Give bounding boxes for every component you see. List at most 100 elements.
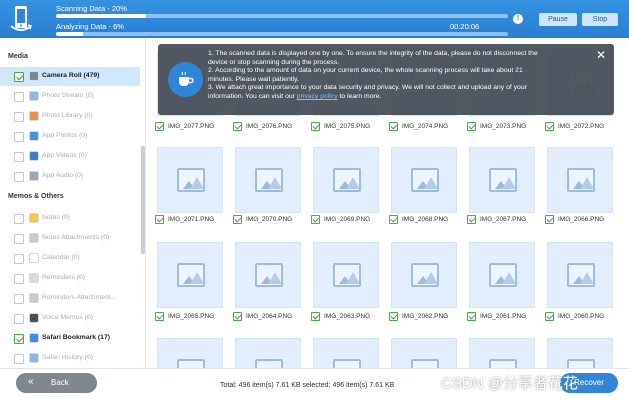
photo-thumbnail[interactable] xyxy=(157,242,223,308)
photo-thumbnail[interactable] xyxy=(235,147,301,213)
sidebar-item-checkbox[interactable] xyxy=(14,354,24,364)
sidebar-item[interactable]: Reminders (0) xyxy=(0,269,140,288)
photo-thumbnail[interactable] xyxy=(469,147,535,213)
photo-item-label[interactable]: IMG_2064.PNG xyxy=(233,312,305,323)
sidebar-item-label: Notes Attachments (0) xyxy=(42,234,110,241)
photo-checkbox[interactable] xyxy=(467,215,476,224)
photo-item-label[interactable]: IMG_2060.PNG xyxy=(545,312,617,323)
photo-item-label[interactable]: IMG_2074.PNG xyxy=(389,122,461,133)
back-label: Back xyxy=(51,378,69,387)
photo-checkbox[interactable] xyxy=(233,312,242,321)
sidebar-item-checkbox[interactable] xyxy=(14,112,24,122)
close-icon[interactable]: ✕ xyxy=(596,49,606,61)
photo-checkbox[interactable] xyxy=(389,122,398,131)
sidebar-item[interactable]: Reminders Attachment... xyxy=(0,289,140,308)
sidebar-item[interactable]: Safari History (0) xyxy=(0,349,140,368)
photo-thumbnail[interactable] xyxy=(547,242,613,308)
photo-item-label[interactable]: IMG_2066.PNG xyxy=(545,215,617,226)
sidebar-item-checkbox[interactable] xyxy=(14,234,24,244)
sidebar-item-checkbox[interactable] xyxy=(14,314,24,324)
photo-thumbnail[interactable] xyxy=(547,147,613,213)
sidebar-item-checkbox[interactable] xyxy=(14,92,24,102)
image-placeholder-icon xyxy=(411,359,439,368)
photo-item-label[interactable]: IMG_2071.PNG xyxy=(155,215,227,226)
photo-thumbnail[interactable] xyxy=(157,338,223,368)
photo-checkbox[interactable] xyxy=(545,215,554,224)
sidebar-item-label: Notes (0) xyxy=(42,214,70,221)
photo-checkbox[interactable] xyxy=(467,312,476,321)
sidebar-item-checkbox[interactable] xyxy=(14,172,24,182)
image-placeholder-icon xyxy=(333,359,361,368)
photo-item-label[interactable]: IMG_2077.PNG xyxy=(155,122,227,133)
photo-thumbnail[interactable] xyxy=(469,338,535,368)
photo-thumbnail[interactable] xyxy=(391,242,457,308)
photo-checkbox[interactable] xyxy=(311,215,320,224)
photo-checkbox[interactable] xyxy=(155,122,164,131)
photo-thumbnail[interactable] xyxy=(235,338,301,368)
sidebar-item[interactable]: Notes (0) xyxy=(0,209,140,228)
photo-checkbox[interactable] xyxy=(155,312,164,321)
photo-checkbox[interactable] xyxy=(545,122,554,131)
sidebar-item-label: Photo Library (0) xyxy=(42,112,93,119)
photo-item-label[interactable]: IMG_2068.PNG xyxy=(389,215,461,226)
photo-item-label[interactable]: IMG_2062.PNG xyxy=(389,312,461,323)
sidebar-item[interactable]: Safari Bookmark (17) xyxy=(0,329,140,348)
info-icon[interactable]: ! xyxy=(513,14,523,24)
photo-item-label[interactable]: IMG_2075.PNG xyxy=(311,122,383,133)
photo-thumbnail[interactable] xyxy=(313,338,379,368)
sidebar-item[interactable]: Calendar (0) xyxy=(0,249,140,268)
sidebar-item[interactable]: Photo Stream (0) xyxy=(0,87,140,106)
photo-checkbox[interactable] xyxy=(233,122,242,131)
sidebar-item[interactable]: App Audio (0) xyxy=(0,167,140,186)
sidebar-item[interactable]: Notes Attachments (0) xyxy=(0,229,140,248)
photo-thumbnail[interactable] xyxy=(157,147,223,213)
photo-thumbnail[interactable] xyxy=(547,338,613,368)
photo-thumbnail[interactable] xyxy=(313,242,379,308)
photo-item-label[interactable]: IMG_2067.PNG xyxy=(467,215,539,226)
sidebar-item[interactable]: App Videos (0) xyxy=(0,147,140,166)
category-icon xyxy=(29,91,39,101)
pause-button[interactable]: Pause xyxy=(539,13,577,26)
stop-button[interactable]: Stop xyxy=(582,13,618,26)
photo-item-label[interactable]: IMG_2069.PNG xyxy=(311,215,383,226)
photo-item-label[interactable]: IMG_2063.PNG xyxy=(311,312,383,323)
photo-item-label[interactable]: IMG_2072.PNG xyxy=(545,122,617,133)
sidebar-item-checkbox[interactable] xyxy=(14,274,24,284)
sidebar-scrollbar[interactable] xyxy=(141,146,145,254)
sidebar-item-checkbox[interactable] xyxy=(14,294,24,304)
photo-thumbnail[interactable] xyxy=(391,338,457,368)
photo-item-label[interactable]: IMG_2076.PNG xyxy=(233,122,305,133)
photo-item-label[interactable]: IMG_2073.PNG xyxy=(467,122,539,133)
privacy-policy-link[interactable]: privacy policy xyxy=(297,93,338,100)
sidebar-item-checkbox[interactable] xyxy=(14,132,24,142)
photo-thumbnail[interactable] xyxy=(469,242,535,308)
photo-checkbox[interactable] xyxy=(233,215,242,224)
photo-item-label[interactable]: IMG_2065.PNG xyxy=(155,312,227,323)
photo-checkbox[interactable] xyxy=(545,312,554,321)
sidebar-item-checkbox[interactable] xyxy=(14,152,24,162)
photo-thumbnail[interactable] xyxy=(235,242,301,308)
photo-checkbox[interactable] xyxy=(389,312,398,321)
sidebar-item[interactable]: Photo Library (0) xyxy=(0,107,140,126)
category-icon xyxy=(29,171,39,181)
photo-item-label[interactable]: IMG_2070.PNG xyxy=(233,215,305,226)
photo-thumbnail[interactable] xyxy=(391,147,457,213)
sidebar-item-checkbox[interactable] xyxy=(14,334,24,344)
sidebar-item-checkbox[interactable] xyxy=(14,214,24,224)
photo-filename: IMG_2077.PNG xyxy=(168,123,215,130)
category-icon xyxy=(29,273,39,283)
sidebar-item-checkbox[interactable] xyxy=(14,254,24,264)
sidebar-item[interactable]: Voice Memos (0) xyxy=(0,309,140,328)
back-button[interactable]: « Back xyxy=(16,373,97,393)
sidebar-item-checkbox[interactable] xyxy=(14,72,24,82)
photo-checkbox[interactable] xyxy=(467,122,476,131)
sidebar-item[interactable]: Camera Roll (479) xyxy=(0,67,140,86)
photo-thumbnail[interactable] xyxy=(313,147,379,213)
photo-checkbox[interactable] xyxy=(311,312,320,321)
photo-checkbox[interactable] xyxy=(389,215,398,224)
photo-checkbox[interactable] xyxy=(311,122,320,131)
image-placeholder-icon xyxy=(177,359,205,368)
sidebar-item[interactable]: App Photos (0) xyxy=(0,127,140,146)
photo-checkbox[interactable] xyxy=(155,215,164,224)
photo-item-label[interactable]: IMG_2061.PNG xyxy=(467,312,539,323)
